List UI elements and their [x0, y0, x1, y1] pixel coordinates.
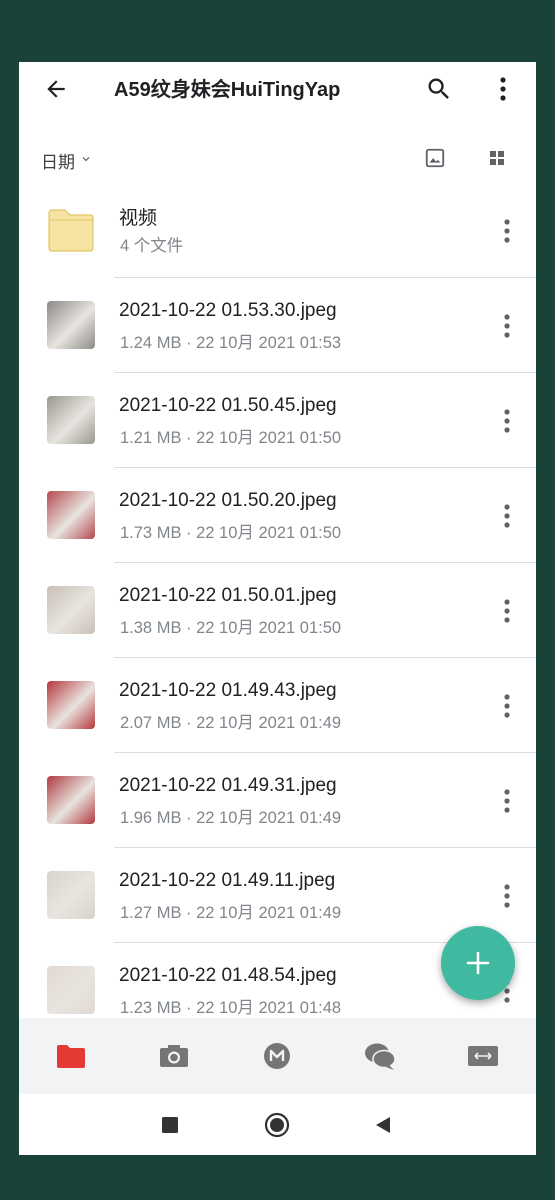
sort-label: 日期 [41, 153, 75, 173]
file-meta: 1.38 MB · 22 10月 2021 01:50 [120, 619, 342, 637]
nav-cloud-drive[interactable] [54, 1041, 88, 1071]
mega-icon [264, 1043, 290, 1069]
file-name: 2021-10-22 01.49.43.jpeg [119, 680, 337, 701]
image-thumbnail [47, 396, 95, 444]
top-app-bar: A59纹身妹会HuiTingYap [19, 62, 536, 114]
sort-bar: 日期 [19, 142, 536, 178]
more-vert-icon[interactable] [497, 597, 517, 625]
image-thumbnail [47, 966, 95, 1014]
file-meta: 1.96 MB · 22 10月 2021 01:49 [120, 809, 342, 827]
file-name: 2021-10-22 01.49.31.jpeg [119, 775, 337, 796]
file-name: 2021-10-22 01.50.01.jpeg [119, 585, 337, 606]
file-row[interactable]: 2021-10-22 01.49.11.jpeg 1.27 MB · 22 10月… [19, 848, 536, 943]
image-thumbnail [47, 301, 95, 349]
add-fab-button[interactable] [441, 926, 515, 1000]
image-thumbnail [47, 871, 95, 919]
file-name: 2021-10-22 01.48.54.jpeg [119, 965, 337, 986]
file-row[interactable]: 2021-10-22 01.50.01.jpeg 1.38 MB · 22 10月… [19, 563, 536, 658]
system-navigation-bar [19, 1094, 536, 1155]
more-vert-icon[interactable] [497, 882, 517, 910]
file-row[interactable]: 2021-10-22 01.49.43.jpeg 2.07 MB · 22 10月… [19, 658, 536, 753]
chat-icon [365, 1043, 396, 1070]
folder-row[interactable]: 视频 4 个文件 [19, 183, 536, 278]
file-meta: 1.21 MB · 22 10月 2021 01:50 [120, 429, 342, 447]
file-meta: 1.24 MB · 22 10月 2021 01:53 [120, 334, 342, 352]
file-meta: 1.23 MB · 22 10月 2021 01:48 [120, 999, 342, 1017]
file-name: 2021-10-22 01.50.20.jpeg [119, 490, 337, 511]
more-vert-icon[interactable] [493, 75, 513, 103]
nav-home[interactable] [260, 1041, 294, 1071]
add-icon [466, 951, 490, 975]
file-row[interactable]: 2021-10-22 01.50.45.jpeg 1.21 MB · 22 10月… [19, 373, 536, 468]
transfers-icon [468, 1046, 498, 1066]
file-meta: 1.73 MB · 22 10月 2021 01:50 [120, 524, 342, 542]
sort-dropdown[interactable]: 日期 [41, 148, 93, 173]
search-icon[interactable] [425, 75, 453, 103]
file-row[interactable]: 2021-10-22 01.53.30.jpeg 1.24 MB · 22 10月… [19, 278, 536, 373]
page-title: A59纹身妹会HuiTingYap [114, 79, 341, 101]
nav-chat[interactable] [363, 1041, 397, 1071]
arrow-back-icon[interactable] [43, 76, 69, 102]
image-thumbnail [47, 491, 95, 539]
bottom-navigation [19, 1018, 536, 1094]
file-row[interactable]: 2021-10-22 01.49.31.jpeg 1.96 MB · 22 10月… [19, 753, 536, 848]
image-view-icon[interactable] [424, 147, 446, 169]
chevron-down-icon [79, 151, 93, 171]
home-icon[interactable] [262, 1110, 292, 1140]
nav-transfers[interactable] [466, 1041, 500, 1071]
file-name: 2021-10-22 01.49.11.jpeg [119, 870, 336, 891]
camera-icon [160, 1045, 188, 1067]
more-vert-icon[interactable] [497, 787, 517, 815]
folder-meta: 4 个文件 [120, 237, 184, 255]
back-triangle-icon[interactable] [368, 1110, 398, 1140]
image-thumbnail [47, 776, 95, 824]
folder-icon [47, 207, 95, 253]
nav-camera-uploads[interactable] [157, 1041, 191, 1071]
more-vert-icon[interactable] [497, 312, 517, 340]
image-thumbnail [47, 681, 95, 729]
app-screen: A59纹身妹会HuiTingYap 日期 视频 4 个文件 2021-10-22… [19, 62, 536, 1155]
grid-view-icon[interactable] [487, 148, 507, 168]
folder-icon [57, 1045, 85, 1068]
folder-name: 视频 [119, 208, 158, 229]
recents-icon[interactable] [155, 1110, 185, 1140]
image-thumbnail [47, 586, 95, 634]
more-vert-icon[interactable] [497, 407, 517, 435]
file-name: 2021-10-22 01.53.30.jpeg [119, 300, 337, 321]
file-row[interactable]: 2021-10-22 01.50.20.jpeg 1.73 MB · 22 10月… [19, 468, 536, 563]
file-meta: 1.27 MB · 22 10月 2021 01:49 [120, 904, 342, 922]
more-vert-icon[interactable] [497, 692, 517, 720]
file-meta: 2.07 MB · 22 10月 2021 01:49 [120, 714, 342, 732]
more-vert-icon[interactable] [497, 502, 517, 530]
file-name: 2021-10-22 01.50.45.jpeg [119, 395, 337, 416]
more-vert-icon[interactable] [497, 217, 517, 245]
